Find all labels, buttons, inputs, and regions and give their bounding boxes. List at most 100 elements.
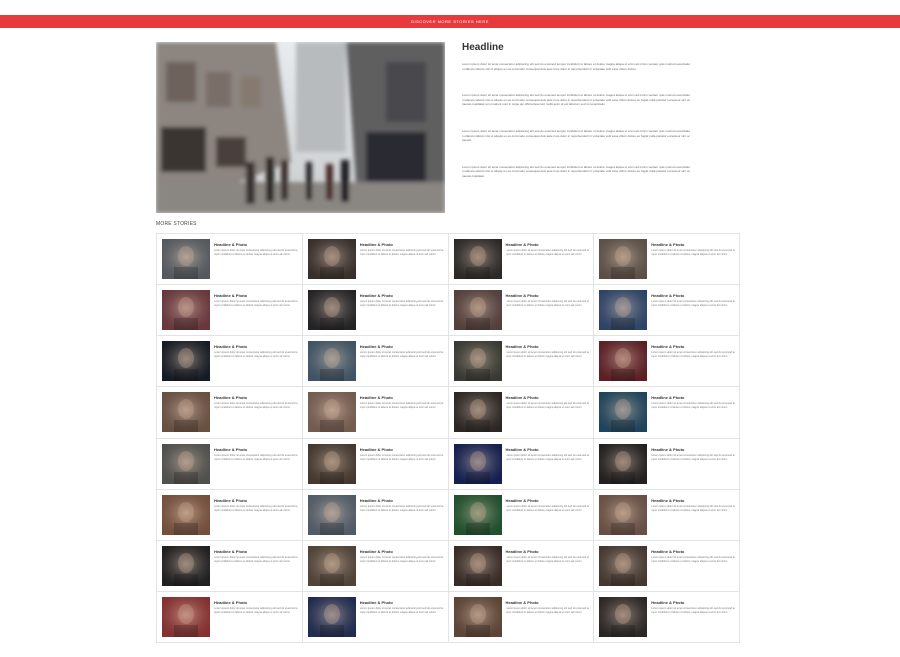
story-title[interactable]: Headline & Photo: [214, 447, 247, 452]
story-card[interactable]: Headline & Photo Lorem ipsum dolor sit am…: [448, 234, 595, 286]
story-title[interactable]: Headline & Photo: [506, 242, 539, 247]
story-card[interactable]: Headline & Photo Lorem ipsum dolor sit am…: [594, 387, 740, 439]
story-thumbnail-icon[interactable]: [599, 545, 648, 586]
story-title[interactable]: Headline & Photo: [214, 600, 247, 605]
story-thumbnail-icon[interactable]: [599, 341, 648, 382]
story-thumbnail-icon[interactable]: [453, 290, 502, 331]
story-thumbnail-icon[interactable]: [453, 443, 502, 484]
story-title[interactable]: Headline & Photo: [360, 600, 393, 605]
story-title[interactable]: Headline & Photo: [360, 395, 393, 400]
story-thumbnail-icon[interactable]: [453, 596, 502, 637]
story-title[interactable]: Headline & Photo: [214, 549, 247, 554]
story-card[interactable]: Headline & Photo Lorem ipsum dolor sit am…: [448, 489, 595, 541]
story-title[interactable]: Headline & Photo: [360, 344, 393, 349]
top-banner[interactable]: DISCOVER MORE STORIES HERE: [0, 15, 900, 28]
story-thumbnail-icon[interactable]: [599, 290, 648, 331]
story-thumbnail-icon[interactable]: [162, 545, 210, 586]
story-card[interactable]: Headline & Photo Lorem ipsum dolor sit am…: [157, 489, 303, 541]
story-card[interactable]: Headline & Photo Lorem ipsum dolor sit am…: [448, 540, 595, 592]
story-thumbnail-icon[interactable]: [453, 341, 502, 382]
story-thumbnail-icon[interactable]: [162, 494, 210, 535]
story-thumbnail-icon[interactable]: [307, 392, 356, 433]
story-title[interactable]: Headline & Photo: [651, 498, 684, 503]
story-thumbnail-icon[interactable]: [307, 443, 356, 484]
story-card[interactable]: Headline & Photo Lorem ipsum dolor sit am…: [157, 591, 303, 643]
story-card[interactable]: Headline & Photo Lorem ipsum dolor sit am…: [302, 540, 449, 592]
story-thumbnail-icon[interactable]: [307, 596, 356, 637]
story-thumbnail-icon[interactable]: [453, 494, 502, 535]
story-title[interactable]: Headline & Photo: [651, 600, 684, 605]
story-thumbnail-icon[interactable]: [307, 239, 356, 279]
story-card[interactable]: Headline & Photo Lorem ipsum dolor sit am…: [302, 387, 449, 439]
story-title[interactable]: Headline & Photo: [360, 498, 393, 503]
story-thumbnail-icon[interactable]: [599, 494, 648, 535]
story-thumbnail-icon[interactable]: [162, 341, 210, 382]
story-title[interactable]: Headline & Photo: [214, 242, 247, 247]
story-card[interactable]: Headline & Photo Lorem ipsum dolor sit am…: [594, 438, 740, 490]
story-thumbnail-icon[interactable]: [162, 290, 210, 331]
story-card[interactable]: Headline & Photo Lorem ipsum dolor sit am…: [594, 540, 740, 592]
story-thumbnail-icon[interactable]: [599, 392, 648, 433]
story-card[interactable]: Headline & Photo Lorem ipsum dolor sit am…: [157, 285, 303, 337]
story-card[interactable]: Headline & Photo Lorem ipsum dolor sit am…: [302, 285, 449, 337]
story-thumbnail-icon[interactable]: [307, 290, 356, 331]
story-summary: Lorem ipsum dolor sit amet consectetur a…: [359, 606, 444, 614]
story-card[interactable]: Headline & Photo Lorem ipsum dolor sit am…: [448, 336, 595, 388]
story-title[interactable]: Headline & Photo: [506, 395, 539, 400]
story-card[interactable]: Headline & Photo Lorem ipsum dolor sit am…: [594, 591, 740, 643]
story-card[interactable]: Headline & Photo Lorem ipsum dolor sit am…: [302, 489, 449, 541]
story-card[interactable]: Headline & Photo Lorem ipsum dolor sit am…: [302, 591, 449, 643]
story-title[interactable]: Headline & Photo: [214, 395, 247, 400]
story-card[interactable]: Headline & Photo Lorem ipsum dolor sit am…: [448, 387, 595, 439]
story-thumbnail-icon[interactable]: [162, 443, 210, 484]
story-thumbnail-icon[interactable]: [162, 239, 210, 279]
story-thumbnail-icon[interactable]: [307, 545, 356, 586]
story-title[interactable]: Headline & Photo: [651, 549, 684, 554]
story-card[interactable]: Headline & Photo Lorem ipsum dolor sit am…: [157, 540, 303, 592]
story-title[interactable]: Headline & Photo: [360, 549, 393, 554]
story-card[interactable]: Headline & Photo Lorem ipsum dolor sit am…: [157, 438, 303, 490]
story-title[interactable]: Headline & Photo: [651, 242, 684, 247]
story-thumbnail-icon[interactable]: [599, 596, 648, 637]
story-title[interactable]: Headline & Photo: [651, 447, 684, 452]
story-title[interactable]: Headline & Photo: [506, 344, 539, 349]
story-card[interactable]: Headline & Photo Lorem ipsum dolor sit am…: [157, 234, 303, 286]
story-thumbnail-icon[interactable]: [307, 494, 356, 535]
story-thumbnail-icon[interactable]: [453, 392, 502, 433]
story-title[interactable]: Headline & Photo: [651, 344, 684, 349]
story-title[interactable]: Headline & Photo: [651, 293, 684, 298]
story-thumbnail-icon[interactable]: [453, 545, 502, 586]
story-card[interactable]: Headline & Photo Lorem ipsum dolor sit am…: [448, 438, 595, 490]
story-thumbnail-icon[interactable]: [599, 239, 648, 279]
story-title[interactable]: Headline & Photo: [360, 242, 393, 247]
story-title[interactable]: Headline & Photo: [360, 447, 393, 452]
story-card[interactable]: Headline & Photo Lorem ipsum dolor sit am…: [157, 336, 303, 388]
story-thumbnail-icon[interactable]: [162, 596, 210, 637]
story-card[interactable]: Headline & Photo Lorem ipsum dolor sit am…: [594, 489, 740, 541]
story-title[interactable]: Headline & Photo: [214, 498, 247, 503]
story-title[interactable]: Headline & Photo: [506, 293, 539, 298]
story-title[interactable]: Headline & Photo: [214, 293, 247, 298]
story-thumbnail-icon[interactable]: [453, 239, 502, 279]
story-title[interactable]: Headline & Photo: [506, 498, 539, 503]
story-summary: Lorem ipsum dolor sit amet consectetur a…: [651, 504, 735, 512]
hero-image[interactable]: [156, 42, 445, 213]
story-title[interactable]: Headline & Photo: [506, 600, 539, 605]
story-card[interactable]: Headline & Photo Lorem ipsum dolor sit am…: [448, 285, 595, 337]
story-card[interactable]: Headline & Photo Lorem ipsum dolor sit am…: [594, 234, 740, 286]
story-thumbnail-icon[interactable]: [307, 341, 356, 382]
story-card[interactable]: Headline & Photo Lorem ipsum dolor sit am…: [594, 285, 740, 337]
story-thumbnail-icon[interactable]: [599, 443, 648, 484]
story-title[interactable]: Headline & Photo: [360, 293, 393, 298]
story-title[interactable]: Headline & Photo: [214, 344, 247, 349]
story-thumbnail-icon[interactable]: [162, 392, 210, 433]
story-card[interactable]: Headline & Photo Lorem ipsum dolor sit am…: [302, 234, 449, 286]
story-title[interactable]: Headline & Photo: [506, 549, 539, 554]
story-card[interactable]: Headline & Photo Lorem ipsum dolor sit am…: [302, 438, 449, 490]
story-title[interactable]: Headline & Photo: [651, 395, 684, 400]
story-card[interactable]: Headline & Photo Lorem ipsum dolor sit am…: [157, 387, 303, 439]
story-card[interactable]: Headline & Photo Lorem ipsum dolor sit am…: [302, 336, 449, 388]
story-card[interactable]: Headline & Photo Lorem ipsum dolor sit am…: [448, 591, 595, 643]
story-title[interactable]: Headline & Photo: [506, 447, 539, 452]
story-card[interactable]: Headline & Photo Lorem ipsum dolor sit am…: [594, 336, 740, 388]
